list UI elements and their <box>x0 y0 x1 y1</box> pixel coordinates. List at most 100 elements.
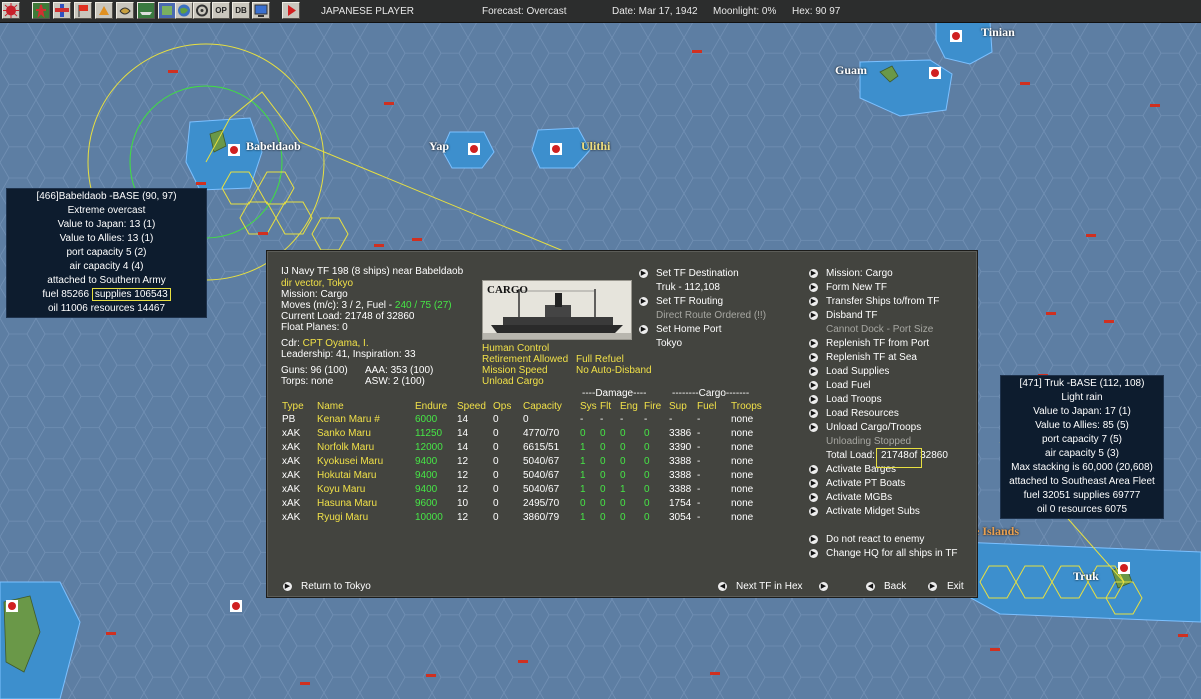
crest-icon[interactable] <box>116 2 134 19</box>
column-header-eng[interactable]: Eng <box>620 401 638 412</box>
action-arrow-icon[interactable]: ▶ <box>809 297 818 306</box>
place-yap[interactable]: Yap <box>429 139 449 154</box>
place-truk[interactable]: Truk <box>1073 569 1099 584</box>
ship-cell-name[interactable]: Ryugi Maru <box>317 512 368 523</box>
tf-action-item[interactable]: Do not react to enemy <box>826 534 924 545</box>
action-arrow-icon[interactable]: ▶ <box>809 465 818 474</box>
action-arrow-icon[interactable]: ▶ <box>809 339 818 348</box>
naval-cross-icon[interactable] <box>53 2 71 19</box>
action-arrow-icon[interactable]: ▶ <box>809 353 818 362</box>
monitor-icon[interactable] <box>252 2 270 19</box>
column-header-troops[interactable]: Troops <box>731 401 762 412</box>
tf-action-item[interactable]: Load Resources <box>826 408 899 419</box>
action-arrow-icon[interactable]: ▶ <box>809 409 818 418</box>
option-no-auto-disband[interactable]: No Auto-Disband <box>576 365 652 376</box>
return-button[interactable]: Return to Tokyo <box>301 581 371 592</box>
column-header-sys[interactable]: Sys <box>580 401 597 412</box>
place-babeldaob[interactable]: Babeldaob <box>246 139 301 154</box>
tf-mission: Mission: Cargo <box>281 289 348 300</box>
tf-action-item[interactable]: Load Fuel <box>826 380 870 391</box>
action-arrow-icon[interactable]: ▶ <box>809 549 818 558</box>
ship-cell-name[interactable]: Kenan Maru # <box>317 414 380 425</box>
tf-action-item[interactable]: Load Troops <box>826 394 882 405</box>
exit-button[interactable]: Exit <box>947 581 964 592</box>
flag-icon[interactable] <box>74 2 92 19</box>
column-header-fire[interactable]: Fire <box>644 401 661 412</box>
place-guam[interactable]: Guam <box>835 63 867 78</box>
ship-cell-ops: 0 <box>493 442 499 453</box>
back-arrow-icon[interactable]: ◀ <box>866 582 875 591</box>
db-button[interactable]: DB <box>232 2 250 19</box>
column-header-fuel[interactable]: Fuel <box>697 401 716 412</box>
air-unit-icon[interactable] <box>32 2 50 19</box>
tf-action-item[interactable]: Set TF Destination <box>656 268 739 279</box>
ship-cell-name[interactable]: Sanko Maru <box>317 428 371 439</box>
option-human-control[interactable]: Human Control <box>482 343 549 354</box>
play-icon[interactable] <box>282 2 300 19</box>
action-arrow-icon[interactable]: ▶ <box>809 535 818 544</box>
column-header-capacity[interactable]: Capacity <box>523 401 562 412</box>
ship-cell-name[interactable]: Hasuna Maru <box>317 498 377 509</box>
column-header-endure[interactable]: Endure <box>415 401 447 412</box>
action-arrow-icon[interactable]: ▶ <box>809 423 818 432</box>
place-ulithi[interactable]: Ulithi <box>581 139 610 154</box>
action-arrow-icon[interactable]: ▶ <box>639 325 648 334</box>
option-full-refuel[interactable]: Full Refuel <box>576 354 624 365</box>
ship-cell-name[interactable]: Koyu Maru <box>317 484 365 495</box>
tf-action-item[interactable]: Load Supplies <box>826 366 889 377</box>
exit-arrow-icon[interactable]: ▶ <box>928 582 937 591</box>
map-icon[interactable] <box>158 2 176 19</box>
tf-action-item[interactable]: Replenish TF at Sea <box>826 352 917 363</box>
tf-action-item[interactable]: Activate Midget Subs <box>826 506 920 517</box>
ship-cell-name[interactable]: Hokutai Maru <box>317 470 376 481</box>
action-arrow-icon[interactable]: ▶ <box>809 479 818 488</box>
settings-icon[interactable] <box>193 2 211 19</box>
column-header-ops[interactable]: Ops <box>493 401 511 412</box>
return-arrow-icon[interactable]: ▶ <box>283 582 292 591</box>
op-button[interactable]: OP <box>212 2 230 19</box>
action-arrow-icon[interactable]: ▶ <box>639 297 648 306</box>
ship-icon[interactable] <box>137 2 155 19</box>
ship-cell-name[interactable]: Kyokusei Maru <box>317 456 383 467</box>
action-arrow-icon[interactable]: ▶ <box>809 381 818 390</box>
column-header-type[interactable]: Type <box>282 401 304 412</box>
action-arrow-icon[interactable]: ▶ <box>809 493 818 502</box>
cdr-name[interactable]: CPT Oyama, I. <box>303 338 369 349</box>
back-button[interactable]: Back <box>884 581 906 592</box>
tf-action-item[interactable]: Mission: Cargo <box>826 268 893 279</box>
column-header-flt[interactable]: Flt <box>600 401 611 412</box>
tf-action-item[interactable]: Set Home Port <box>656 324 722 335</box>
action-arrow-icon[interactable]: ▶ <box>809 283 818 292</box>
tf-action-item[interactable]: Unload Cargo/Troops <box>826 422 921 433</box>
action-arrow-icon[interactable]: ▶ <box>809 395 818 404</box>
option-retirement[interactable]: Retirement Allowed <box>482 354 568 365</box>
action-arrow-icon[interactable]: ▶ <box>639 269 648 278</box>
option-mission-speed[interactable]: Mission Speed <box>482 365 548 376</box>
tf-action-item[interactable]: Transfer Ships to/from TF <box>826 296 939 307</box>
tf-action-item[interactable]: Disband TF <box>826 310 878 321</box>
globe-icon[interactable] <box>175 2 193 19</box>
action-arrow-icon[interactable]: ▶ <box>809 367 818 376</box>
ship-cell-name[interactable]: Norfolk Maru <box>317 442 374 453</box>
tf-direction[interactable]: dir vector, Tokyo <box>281 278 353 289</box>
option-unload-cargo[interactable]: Unload Cargo <box>482 376 544 387</box>
place-tinian[interactable]: Tinian <box>981 25 1015 40</box>
action-arrow-icon[interactable]: ▶ <box>809 269 818 278</box>
column-header-sup[interactable]: Sup <box>669 401 687 412</box>
column-header-name[interactable]: Name <box>317 401 344 412</box>
tf-action-item[interactable]: Activate PT Boats <box>826 478 905 489</box>
tf-action-item[interactable]: Activate MGBs <box>826 492 892 503</box>
tf-action-item[interactable]: Replenish TF from Port <box>826 338 929 349</box>
column-header-speed[interactable]: Speed <box>457 401 486 412</box>
prev-tf-arrow-icon[interactable]: ◀ <box>718 582 727 591</box>
next-tf-button[interactable]: Next TF in Hex <box>736 581 803 592</box>
tf-action-item[interactable]: Form New TF <box>826 282 887 293</box>
action-arrow-icon[interactable]: ▶ <box>809 507 818 516</box>
action-arrow-icon[interactable]: ▶ <box>809 311 818 320</box>
triangle-icon[interactable] <box>95 2 113 19</box>
tf-float-planes: Float Planes: 0 <box>281 322 348 333</box>
next-tf-arrow-icon[interactable]: ▶ <box>819 582 828 591</box>
tf-action-item[interactable]: Change HQ for all ships in TF <box>826 548 958 559</box>
tf-action-item[interactable]: Set TF Routing <box>656 296 723 307</box>
japan-flag-icon[interactable] <box>2 2 20 19</box>
